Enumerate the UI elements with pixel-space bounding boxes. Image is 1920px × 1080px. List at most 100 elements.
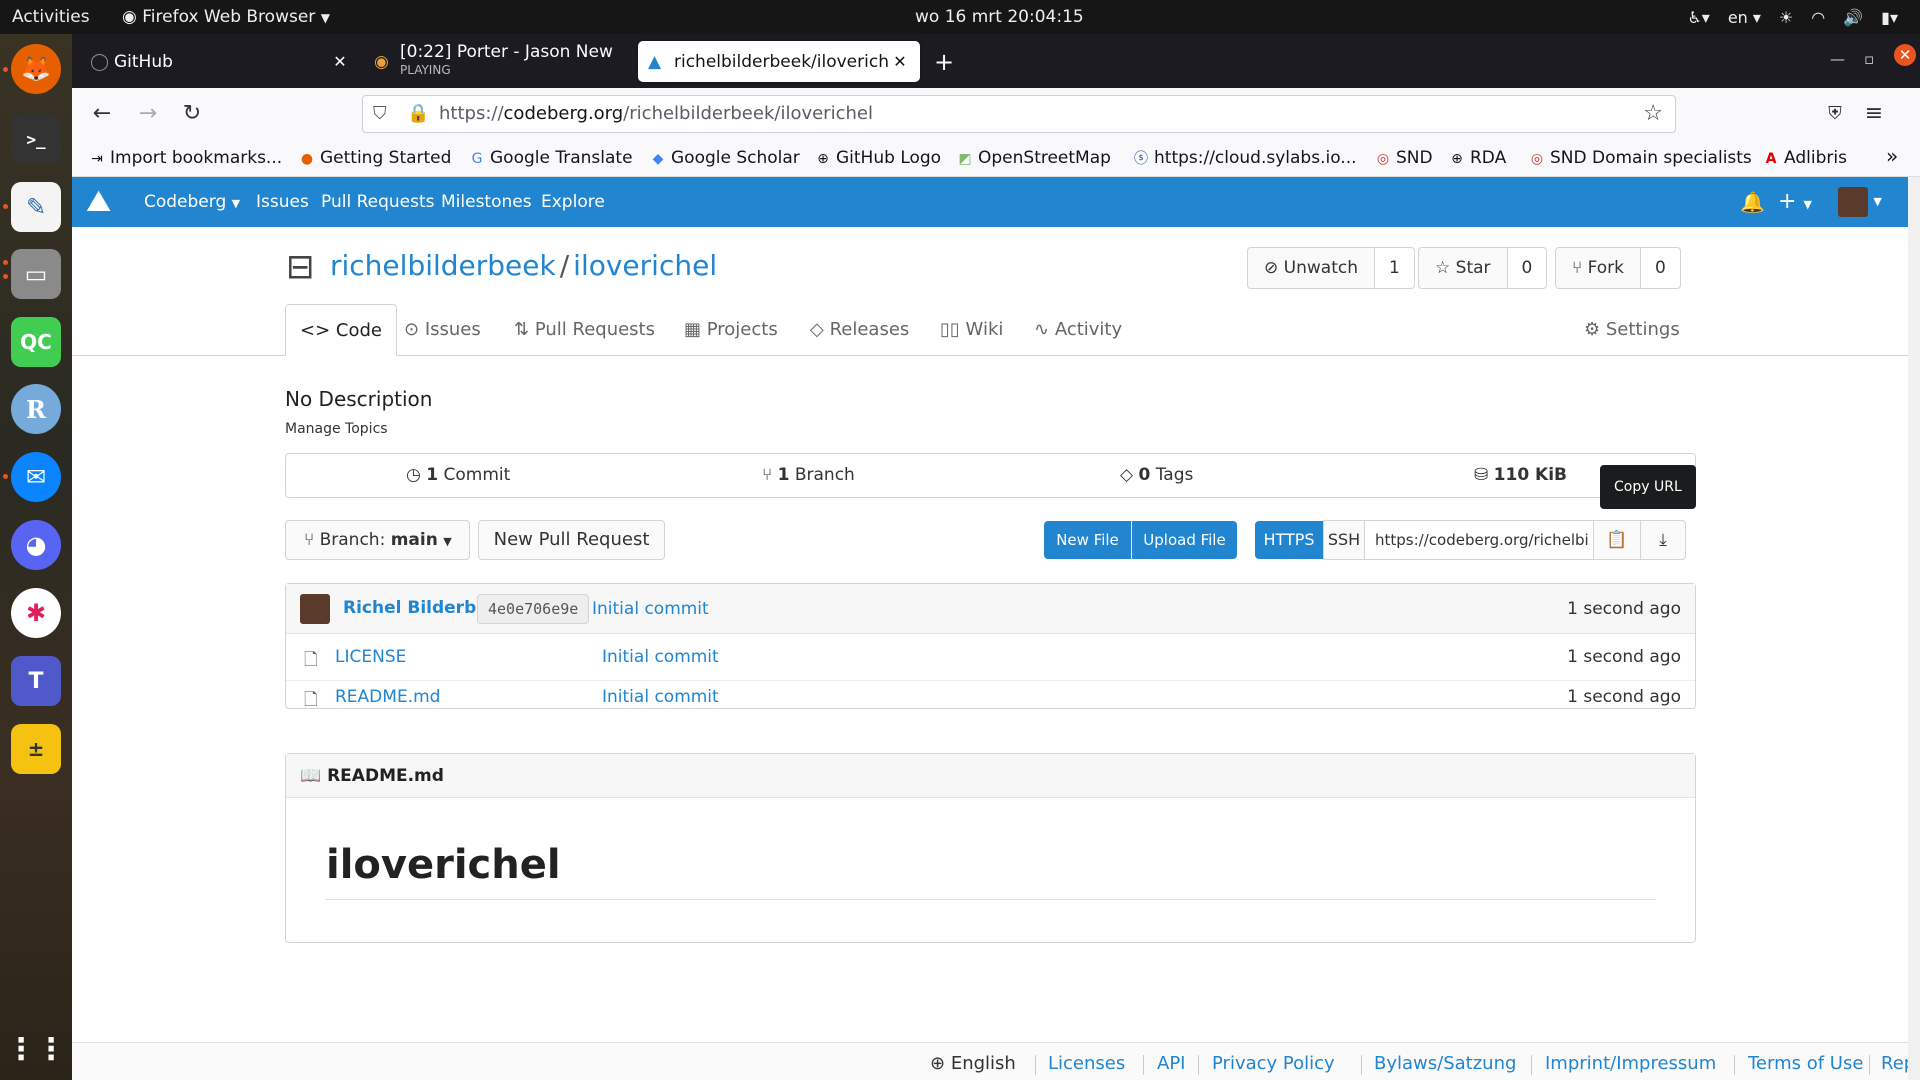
nav-issues[interactable]: Issues xyxy=(256,177,309,227)
bookmark-item[interactable]: ⊕ GitHub Logo xyxy=(814,148,941,168)
tab-github[interactable]: ◯ GitHub ✕ xyxy=(80,41,360,82)
lock-icon[interactable]: 🔒 xyxy=(407,96,429,132)
bookmark-item[interactable]: ⊕ RDA xyxy=(1448,148,1506,168)
calculator-icon[interactable]: ± xyxy=(11,724,61,774)
manage-topics-link[interactable]: Manage Topics xyxy=(285,421,388,437)
reload-icon[interactable]: ↻ xyxy=(176,98,208,130)
star-count[interactable]: 0 xyxy=(1507,248,1547,288)
bookmark-item[interactable]: ◎ SND Domain specialists xyxy=(1528,148,1752,168)
bookmark-item[interactable]: ⓢ https://cloud.sylabs.io... xyxy=(1132,148,1357,168)
tab-settings[interactable]: ⚙ Settings xyxy=(1584,304,1680,356)
teams-icon[interactable]: T xyxy=(11,656,61,706)
language-selector[interactable]: ⊕ English xyxy=(930,1053,1016,1074)
bookmark-item[interactable]: A Adlibris xyxy=(1762,148,1847,168)
upload-file-button[interactable]: Upload File xyxy=(1132,521,1237,559)
tab-activity[interactable]: ∿ Activity xyxy=(1034,304,1122,356)
https-button[interactable]: HTTPS xyxy=(1255,521,1323,559)
tab-pull-requests[interactable]: ⇅ Pull Requests xyxy=(514,304,655,356)
scrollbar[interactable] xyxy=(1908,177,1920,1080)
activities-button[interactable]: Activities xyxy=(12,0,90,34)
text-editor-icon[interactable]: ✎ xyxy=(11,182,61,232)
terminal-icon[interactable]: >_ xyxy=(11,114,61,164)
nav-codeberg[interactable]: Codeberg ▼ xyxy=(144,177,240,227)
more-bookmarks-icon[interactable]: » xyxy=(1886,144,1898,168)
fork-count[interactable]: 0 xyxy=(1641,248,1680,288)
forward-icon[interactable]: → xyxy=(132,98,164,130)
file-commit-link[interactable]: Initial commit xyxy=(602,647,719,667)
close-icon[interactable]: ✕ xyxy=(890,52,910,71)
app-menu[interactable]: ◉ Firefox Web Browser ▼ xyxy=(122,0,330,34)
bell-icon[interactable]: 🔔 xyxy=(1740,177,1765,227)
firefox-icon[interactable]: 🦊 xyxy=(11,44,61,94)
tab-issues[interactable]: ⊙ Issues xyxy=(404,304,481,356)
commits-stat[interactable]: ◷ 1 Commit xyxy=(406,454,510,497)
tab-codeberg[interactable]: ▲ richelbilderbeek/iloverich ✕ xyxy=(638,41,920,82)
url-bar[interactable]: ⛉ 🔒 https://codeberg.org/richelbilderbee… xyxy=(362,95,1676,133)
file-commit-link[interactable]: Initial commit xyxy=(602,687,719,707)
files-icon[interactable]: ▭ xyxy=(11,249,61,299)
footer-terms-link[interactable]: Terms of Use xyxy=(1748,1053,1863,1074)
bookmark-item[interactable]: ◆ Google Scholar xyxy=(649,148,800,168)
footer-bylaws-link[interactable]: Bylaws/Satzung xyxy=(1374,1053,1516,1074)
commit-sha-button[interactable]: 4e0e706e9e xyxy=(477,594,590,624)
star-button[interactable]: ☆ Star xyxy=(1419,248,1508,288)
menu-icon[interactable]: ≡ xyxy=(1858,98,1890,130)
bookmark-star-icon[interactable]: ☆ xyxy=(1643,96,1663,132)
back-icon[interactable]: ← xyxy=(86,98,118,130)
footer-licenses-link[interactable]: Licenses xyxy=(1048,1053,1125,1074)
language-indicator[interactable]: en ▾ xyxy=(1728,8,1761,27)
footer-imprint-link[interactable]: Imprint/Impressum xyxy=(1545,1053,1716,1074)
clone-url-input[interactable]: https://codeberg.org/richelbi xyxy=(1364,520,1594,560)
close-window-icon[interactable]: ✕ xyxy=(1894,44,1916,66)
new-pull-request-button[interactable]: New Pull Request xyxy=(478,520,665,560)
slack-icon[interactable]: ✱ xyxy=(11,588,61,638)
ssh-button[interactable]: SSH xyxy=(1323,520,1365,560)
create-menu-icon[interactable]: + ▼ xyxy=(1778,177,1812,227)
shield-icon[interactable]: ⛉ xyxy=(373,96,387,132)
new-file-button[interactable]: New File xyxy=(1044,521,1131,559)
footer-api-link[interactable]: API xyxy=(1157,1053,1185,1074)
rstudio-icon[interactable]: R xyxy=(11,384,61,434)
tab-releases[interactable]: ◇ Releases xyxy=(810,304,909,356)
nav-pull-requests[interactable]: Pull Requests xyxy=(321,177,435,227)
bookmark-item[interactable]: ⇥ Import bookmarks... xyxy=(88,148,282,168)
copy-url-button[interactable]: 📋 xyxy=(1593,520,1641,560)
user-menu[interactable]: ▼ xyxy=(1838,177,1882,227)
file-name-link[interactable]: README.md xyxy=(335,687,440,707)
codeberg-logo-icon[interactable]: ⛰ xyxy=(86,177,111,227)
footer-report-abuse-link[interactable]: Report Abuse xyxy=(1881,1053,1908,1074)
bookmark-item[interactable]: ◩ OpenStreetMap xyxy=(956,148,1111,168)
tab-wiki[interactable]: ▯▯ Wiki xyxy=(940,304,1003,356)
unwatch-button[interactable]: ⊘ Unwatch xyxy=(1248,248,1375,288)
new-tab-button[interactable]: + xyxy=(924,41,964,82)
repo-owner-link[interactable]: richelbilderbeek xyxy=(330,249,556,282)
watch-count[interactable]: 1 xyxy=(1374,248,1414,288)
maximize-icon[interactable]: ▫ xyxy=(1864,50,1874,68)
tab-code[interactable]: <> Code xyxy=(285,304,397,356)
nav-milestones[interactable]: Milestones xyxy=(441,177,532,227)
system-tray[interactable]: ♿▾ en ▾ ☀ ◠ 🔊 ▮▾ xyxy=(1687,0,1898,34)
qtcreator-icon[interactable]: QC xyxy=(11,317,61,367)
tab-projects[interactable]: ▦ Projects xyxy=(684,304,778,356)
clock[interactable]: wo 16 mrt 20:04:15 xyxy=(915,0,1084,34)
pocket-icon[interactable]: ⛨ xyxy=(1819,98,1851,130)
bookmark-item[interactable]: G Google Translate xyxy=(468,148,633,168)
bookmark-item[interactable]: ● Getting Started xyxy=(298,148,452,168)
footer-privacy-link[interactable]: Privacy Policy xyxy=(1212,1053,1335,1074)
show-apps-icon[interactable]: ⋮⋮ xyxy=(6,1024,66,1074)
fork-button[interactable]: ⑂ Fork xyxy=(1556,248,1642,288)
nav-explore[interactable]: Explore xyxy=(541,177,605,227)
branches-stat[interactable]: ⑂ 1 Branch xyxy=(762,454,855,497)
branch-dropdown[interactable]: ⑂ Branch: main ▼ xyxy=(285,520,470,560)
repo-name-link[interactable]: iloverichel xyxy=(573,249,717,282)
thunderbird-icon[interactable]: ✉ xyxy=(11,452,61,502)
download-button[interactable]: ⤓ xyxy=(1640,520,1686,560)
accessibility-icon[interactable]: ♿▾ xyxy=(1687,8,1709,27)
file-name-link[interactable]: LICENSE xyxy=(335,647,406,667)
discord-icon[interactable]: ◕ xyxy=(11,520,61,570)
commit-message-link[interactable]: Initial commit xyxy=(592,599,709,619)
minimize-icon[interactable]: — xyxy=(1830,50,1845,68)
close-icon[interactable]: ✕ xyxy=(330,52,350,71)
tags-stat[interactable]: ◇ 0 Tags xyxy=(1120,454,1193,497)
bookmark-item[interactable]: ◎ SND xyxy=(1374,148,1433,168)
